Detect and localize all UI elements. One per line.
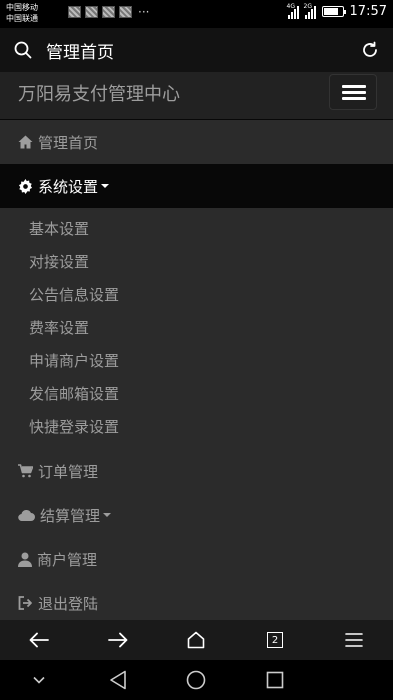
signal-icon: 4G: [286, 2, 299, 19]
user-icon: [18, 552, 32, 567]
forward-arrow-icon[interactable]: [79, 620, 158, 660]
menu-item-label: 退出登陆: [38, 594, 99, 613]
menu-item-settlement[interactable]: 结算管理: [0, 493, 393, 537]
search-icon[interactable]: [0, 41, 46, 59]
menu-item-logout[interactable]: 退出登陆: [0, 581, 393, 620]
nav-menu: 管理首页 系统设置 基本设置 对接设置 公告信息设置 费率设置 申请商户设置 发…: [0, 120, 393, 620]
navbar-toggle-button[interactable]: [329, 74, 377, 110]
menu-item-label: 系统设置: [38, 177, 99, 196]
status-bar: 中国移动 中国联通 ··· 4G 2G 17:57: [0, 0, 393, 28]
shopping-cart-icon: [18, 464, 33, 478]
clock: 17:57: [349, 4, 387, 19]
back-arrow-icon[interactable]: [0, 620, 79, 660]
home-circle-icon[interactable]: [157, 660, 236, 700]
submenu-item[interactable]: 对接设置: [0, 245, 393, 278]
system-status: 4G 2G 17:57: [286, 2, 387, 20]
network-type-label: 2G: [303, 2, 312, 10]
submenu-item[interactable]: 费率设置: [0, 311, 393, 344]
tab-count: 2: [267, 632, 284, 648]
more-notifications-icon: ···: [138, 5, 150, 19]
home-icon: [18, 135, 33, 149]
brand-title[interactable]: 万阳易支付管理中心: [18, 80, 180, 106]
address-title[interactable]: 管理首页: [46, 38, 347, 63]
menu-item-home[interactable]: 管理首页: [0, 120, 393, 164]
carrier-1: 中国移动: [6, 3, 38, 12]
menu-item-label: 商户管理: [37, 550, 98, 569]
notification-image-icon: [102, 6, 115, 18]
gear-icon: [18, 178, 33, 194]
carrier-2: 中国联通: [6, 14, 38, 23]
submenu-item[interactable]: 公告信息设置: [0, 278, 393, 311]
notification-icons: ···: [68, 6, 149, 18]
submenu-item[interactable]: 申请商户设置: [0, 344, 393, 377]
menu-item-label: 管理首页: [38, 133, 99, 152]
navbar-header: 万阳易支付管理中心: [0, 72, 393, 120]
system-nav-bar: [0, 660, 393, 700]
home-icon[interactable]: [157, 620, 236, 660]
notification-image-icon: [85, 6, 98, 18]
settings-submenu: 基本设置 对接设置 公告信息设置 费率设置 申请商户设置 发信邮箱设置 快捷登录…: [0, 208, 393, 449]
menu-item-label: 订单管理: [38, 462, 99, 481]
recents-square-icon[interactable]: [236, 660, 315, 700]
submenu-item[interactable]: 基本设置: [0, 212, 393, 245]
menu-item-merchants[interactable]: 商户管理: [0, 537, 393, 581]
network-type-label: 4G: [286, 2, 295, 10]
menu-icon[interactable]: [314, 620, 393, 660]
submenu-item[interactable]: 发信邮箱设置: [0, 377, 393, 410]
notification-image-icon: [68, 6, 81, 18]
menu-item-label: 结算管理: [40, 506, 101, 525]
carrier-info: 中国移动 中国联通: [6, 2, 38, 24]
logout-icon: [18, 596, 32, 610]
notification-image-icon: [119, 6, 132, 18]
battery-icon: [321, 6, 346, 17]
caret-down-icon: [103, 513, 112, 517]
reload-icon[interactable]: [347, 41, 393, 59]
back-triangle-icon[interactable]: [79, 660, 158, 700]
menu-item-settings[interactable]: 系统设置: [0, 164, 393, 208]
caret-down-icon: [101, 184, 110, 188]
submenu-item[interactable]: 快捷登录设置: [0, 410, 393, 443]
cloud-icon: [18, 509, 35, 521]
signal-icon: 2G: [303, 2, 316, 19]
chevron-down-icon[interactable]: [0, 660, 79, 700]
browser-toolbar: 2: [0, 620, 393, 660]
web-page: 万阳易支付管理中心 管理首页 系统设置 基本设置 对接设置 公告信息设置 费率设…: [0, 72, 393, 620]
menu-item-orders[interactable]: 订单管理: [0, 449, 393, 493]
browser-address-bar[interactable]: 管理首页: [0, 28, 393, 72]
tabs-button[interactable]: 2: [236, 620, 315, 660]
